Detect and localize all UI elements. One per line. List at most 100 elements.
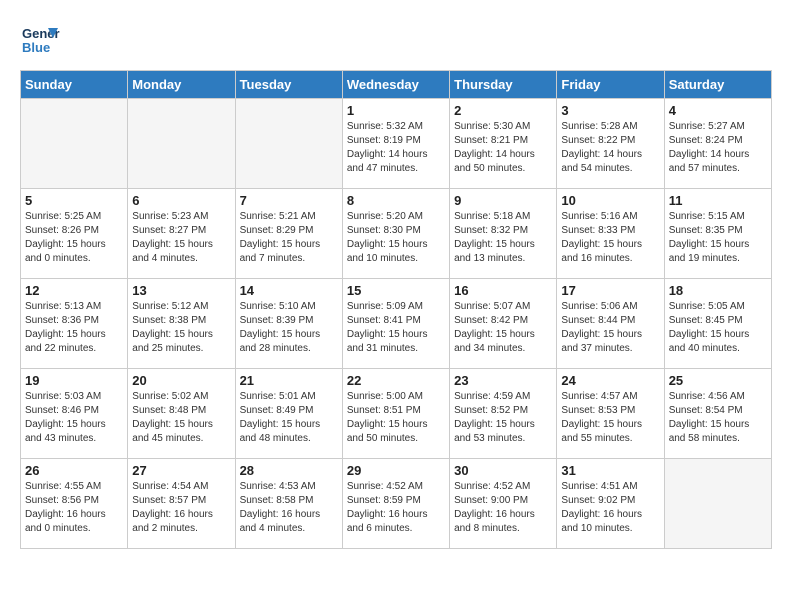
day-number: 7	[240, 193, 338, 208]
day-of-week-header: Tuesday	[235, 71, 342, 99]
calendar-cell: 17 Sunrise: 5:06 AM Sunset: 8:44 PM Dayli…	[557, 279, 664, 369]
calendar-cell: 3 Sunrise: 5:28 AM Sunset: 8:22 PM Daylig…	[557, 99, 664, 189]
cell-content: Sunrise: 5:27 AM Sunset: 8:24 PM Dayligh…	[669, 120, 767, 176]
svg-text:Blue: Blue	[22, 40, 50, 55]
cell-content: Sunrise: 5:06 AM Sunset: 8:44 PM Dayligh…	[561, 300, 659, 356]
cell-content: Sunrise: 5:20 AM Sunset: 8:30 PM Dayligh…	[347, 210, 445, 266]
calendar-cell: 22 Sunrise: 5:00 AM Sunset: 8:51 PM Dayli…	[342, 369, 449, 459]
cell-content: Sunrise: 5:03 AM Sunset: 8:46 PM Dayligh…	[25, 390, 123, 446]
calendar-cell: 10 Sunrise: 5:16 AM Sunset: 8:33 PM Dayli…	[557, 189, 664, 279]
calendar-cell: 26 Sunrise: 4:55 AM Sunset: 8:56 PM Dayli…	[21, 459, 128, 549]
calendar-cell	[235, 99, 342, 189]
cell-content: Sunrise: 4:51 AM Sunset: 9:02 PM Dayligh…	[561, 480, 659, 536]
day-number: 23	[454, 373, 552, 388]
calendar-cell: 12 Sunrise: 5:13 AM Sunset: 8:36 PM Dayli…	[21, 279, 128, 369]
calendar-cell: 11 Sunrise: 5:15 AM Sunset: 8:35 PM Dayli…	[664, 189, 771, 279]
day-number: 15	[347, 283, 445, 298]
calendar-cell: 30 Sunrise: 4:52 AM Sunset: 9:00 PM Dayli…	[450, 459, 557, 549]
cell-content: Sunrise: 5:13 AM Sunset: 8:36 PM Dayligh…	[25, 300, 123, 356]
calendar-week-row: 19Sunrise: 5:03 AM Sunset: 8:46 PM Dayli…	[21, 369, 772, 459]
day-number: 17	[561, 283, 659, 298]
cell-content: Sunrise: 5:30 AM Sunset: 8:21 PM Dayligh…	[454, 120, 552, 176]
calendar-cell: 15 Sunrise: 5:09 AM Sunset: 8:41 PM Dayli…	[342, 279, 449, 369]
cell-content: Sunrise: 5:05 AM Sunset: 8:45 PM Dayligh…	[669, 300, 767, 356]
calendar-cell: 4 Sunrise: 5:27 AM Sunset: 8:24 PM Daylig…	[664, 99, 771, 189]
cell-content: Sunrise: 4:55 AM Sunset: 8:56 PM Dayligh…	[25, 480, 123, 536]
day-number: 21	[240, 373, 338, 388]
calendar-cell: 19Sunrise: 5:03 AM Sunset: 8:46 PM Dayli…	[21, 369, 128, 459]
calendar-cell	[128, 99, 235, 189]
calendar-cell: 13 Sunrise: 5:12 AM Sunset: 8:38 PM Dayli…	[128, 279, 235, 369]
day-number: 8	[347, 193, 445, 208]
cell-content: Sunrise: 4:52 AM Sunset: 8:59 PM Dayligh…	[347, 480, 445, 536]
day-number: 1	[347, 103, 445, 118]
day-number: 4	[669, 103, 767, 118]
cell-content: Sunrise: 4:59 AM Sunset: 8:52 PM Dayligh…	[454, 390, 552, 446]
page-header: General Blue	[20, 20, 772, 60]
day-number: 10	[561, 193, 659, 208]
calendar-cell: 16Sunrise: 5:07 AM Sunset: 8:42 PM Dayli…	[450, 279, 557, 369]
cell-content: Sunrise: 5:00 AM Sunset: 8:51 PM Dayligh…	[347, 390, 445, 446]
logo-icon: General Blue	[20, 20, 60, 60]
calendar-cell	[21, 99, 128, 189]
day-number: 3	[561, 103, 659, 118]
day-of-week-header: Wednesday	[342, 71, 449, 99]
calendar-week-row: 26 Sunrise: 4:55 AM Sunset: 8:56 PM Dayli…	[21, 459, 772, 549]
calendar-week-row: 5Sunrise: 5:25 AM Sunset: 8:26 PM Daylig…	[21, 189, 772, 279]
cell-content: Sunrise: 5:09 AM Sunset: 8:41 PM Dayligh…	[347, 300, 445, 356]
cell-content: Sunrise: 5:21 AM Sunset: 8:29 PM Dayligh…	[240, 210, 338, 266]
day-number: 20	[132, 373, 230, 388]
cell-content: Sunrise: 5:25 AM Sunset: 8:26 PM Dayligh…	[25, 210, 123, 266]
day-number: 13	[132, 283, 230, 298]
day-number: 9	[454, 193, 552, 208]
day-number: 30	[454, 463, 552, 478]
logo: General Blue	[20, 20, 64, 60]
day-number: 27	[132, 463, 230, 478]
day-of-week-header: Friday	[557, 71, 664, 99]
day-number: 11	[669, 193, 767, 208]
calendar-cell: 20 Sunrise: 5:02 AM Sunset: 8:48 PM Dayli…	[128, 369, 235, 459]
cell-content: Sunrise: 5:32 AM Sunset: 8:19 PM Dayligh…	[347, 120, 445, 176]
calendar-cell: 8 Sunrise: 5:20 AM Sunset: 8:30 PM Daylig…	[342, 189, 449, 279]
day-number: 28	[240, 463, 338, 478]
cell-content: Sunrise: 5:16 AM Sunset: 8:33 PM Dayligh…	[561, 210, 659, 266]
cell-content: Sunrise: 4:54 AM Sunset: 8:57 PM Dayligh…	[132, 480, 230, 536]
calendar-cell: 14 Sunrise: 5:10 AM Sunset: 8:39 PM Dayli…	[235, 279, 342, 369]
cell-content: Sunrise: 4:57 AM Sunset: 8:53 PM Dayligh…	[561, 390, 659, 446]
calendar-cell: 21 Sunrise: 5:01 AM Sunset: 8:49 PM Dayli…	[235, 369, 342, 459]
day-number: 22	[347, 373, 445, 388]
calendar-table: SundayMondayTuesdayWednesdayThursdayFrid…	[20, 70, 772, 549]
calendar-cell: 23 Sunrise: 4:59 AM Sunset: 8:52 PM Dayli…	[450, 369, 557, 459]
day-number: 14	[240, 283, 338, 298]
day-of-week-header: Monday	[128, 71, 235, 99]
day-number: 12	[25, 283, 123, 298]
calendar-header-row: SundayMondayTuesdayWednesdayThursdayFrid…	[21, 71, 772, 99]
calendar-week-row: 12 Sunrise: 5:13 AM Sunset: 8:36 PM Dayli…	[21, 279, 772, 369]
cell-content: Sunrise: 5:02 AM Sunset: 8:48 PM Dayligh…	[132, 390, 230, 446]
day-of-week-header: Sunday	[21, 71, 128, 99]
day-number: 26	[25, 463, 123, 478]
cell-content: Sunrise: 5:12 AM Sunset: 8:38 PM Dayligh…	[132, 300, 230, 356]
cell-content: Sunrise: 5:28 AM Sunset: 8:22 PM Dayligh…	[561, 120, 659, 176]
cell-content: Sunrise: 4:56 AM Sunset: 8:54 PM Dayligh…	[669, 390, 767, 446]
cell-content: Sunrise: 4:53 AM Sunset: 8:58 PM Dayligh…	[240, 480, 338, 536]
cell-content: Sunrise: 5:15 AM Sunset: 8:35 PM Dayligh…	[669, 210, 767, 266]
calendar-cell: 7 Sunrise: 5:21 AM Sunset: 8:29 PM Daylig…	[235, 189, 342, 279]
cell-content: Sunrise: 5:23 AM Sunset: 8:27 PM Dayligh…	[132, 210, 230, 266]
calendar-cell: 25Sunrise: 4:56 AM Sunset: 8:54 PM Dayli…	[664, 369, 771, 459]
cell-content: Sunrise: 5:10 AM Sunset: 8:39 PM Dayligh…	[240, 300, 338, 356]
calendar-cell: 24 Sunrise: 4:57 AM Sunset: 8:53 PM Dayli…	[557, 369, 664, 459]
day-number: 18	[669, 283, 767, 298]
calendar-cell: 1 Sunrise: 5:32 AM Sunset: 8:19 PM Daylig…	[342, 99, 449, 189]
calendar-cell	[664, 459, 771, 549]
day-number: 24	[561, 373, 659, 388]
calendar-cell: 9Sunrise: 5:18 AM Sunset: 8:32 PM Daylig…	[450, 189, 557, 279]
day-number: 16	[454, 283, 552, 298]
day-number: 6	[132, 193, 230, 208]
day-number: 2	[454, 103, 552, 118]
calendar-cell: 18 Sunrise: 5:05 AM Sunset: 8:45 PM Dayli…	[664, 279, 771, 369]
calendar-cell: 31Sunrise: 4:51 AM Sunset: 9:02 PM Dayli…	[557, 459, 664, 549]
calendar-cell: 29Sunrise: 4:52 AM Sunset: 8:59 PM Dayli…	[342, 459, 449, 549]
cell-content: Sunrise: 4:52 AM Sunset: 9:00 PM Dayligh…	[454, 480, 552, 536]
cell-content: Sunrise: 5:01 AM Sunset: 8:49 PM Dayligh…	[240, 390, 338, 446]
